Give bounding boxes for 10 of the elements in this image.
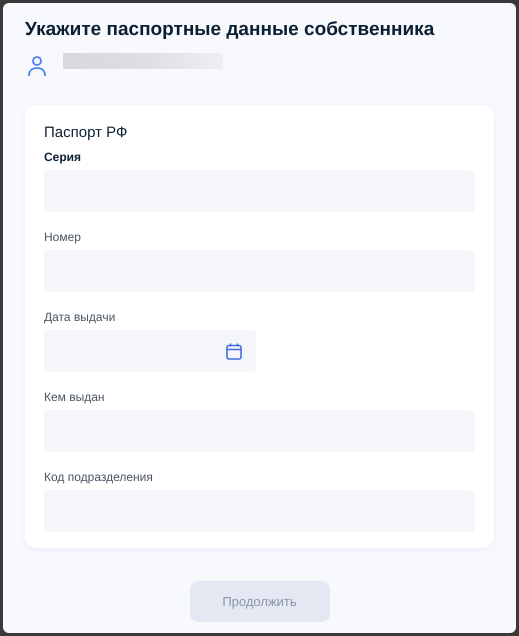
field-label: Код подразделения (44, 469, 154, 485)
field-label: Серия (44, 149, 82, 165)
page-title: Укажите паспортные данные собственника (25, 18, 436, 42)
user-icon (27, 55, 47, 77)
calendar-icon (226, 342, 242, 360)
card-title: Паспорт РФ (44, 124, 128, 142)
field-label: Дата выдачи (44, 309, 116, 325)
field-label: Кем выдан (44, 389, 106, 405)
field-label: Номер (44, 229, 82, 245)
date-field[interactable] (44, 330, 256, 372)
